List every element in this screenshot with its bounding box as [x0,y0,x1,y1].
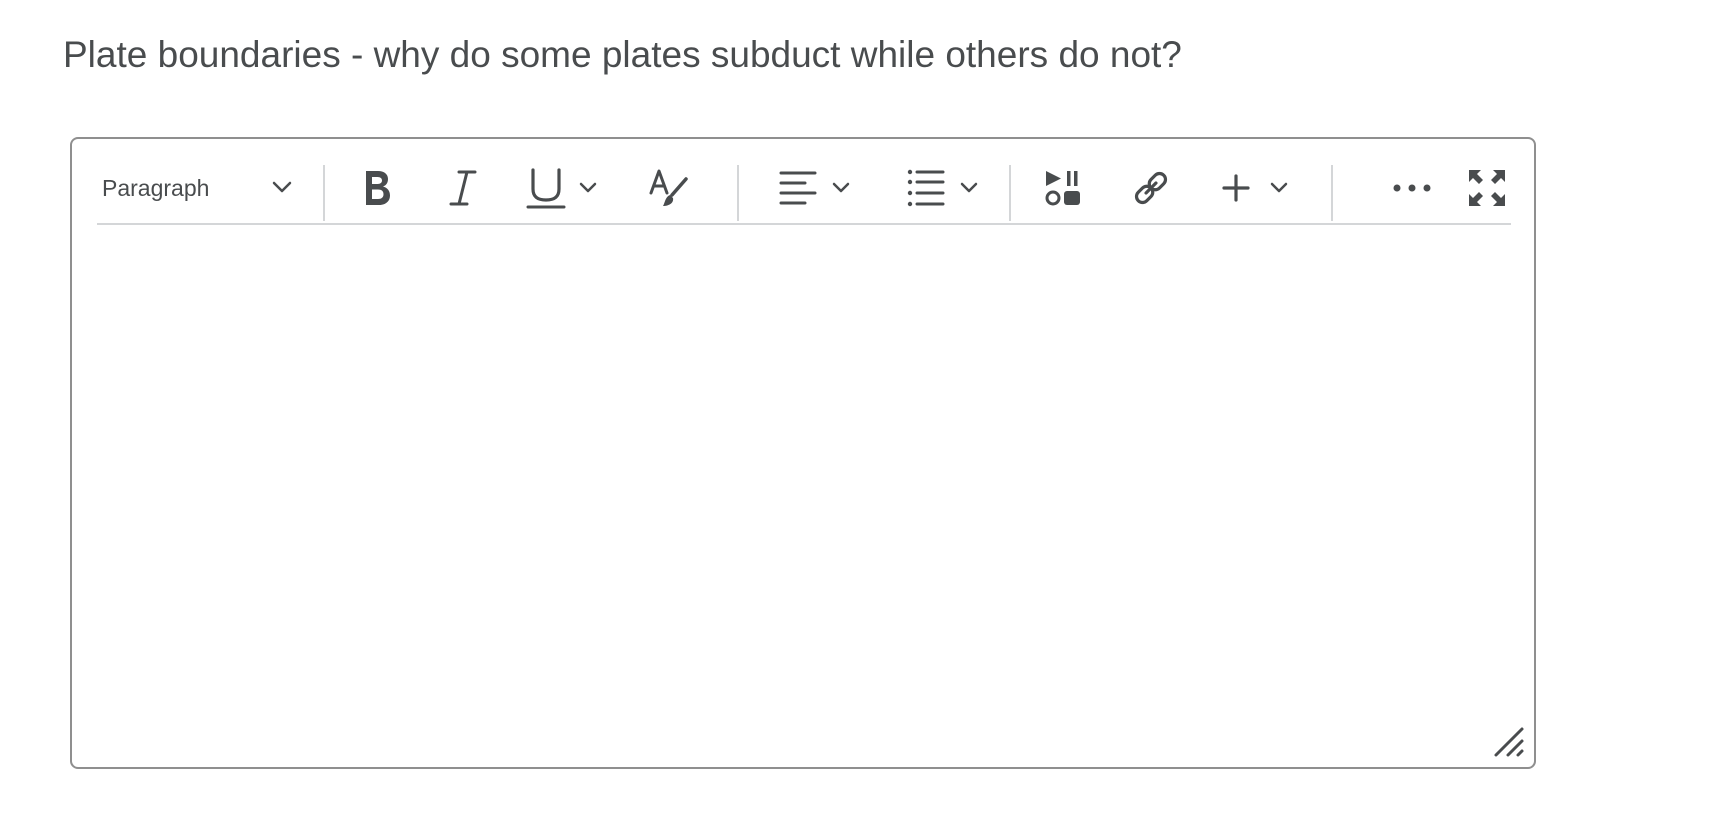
chevron-down-icon [578,181,598,195]
underline-icon [526,167,566,209]
chevron-down-icon [1269,181,1289,195]
resize-handle-icon[interactable] [1492,725,1526,759]
format-select[interactable]: Paragraph [97,153,307,223]
fullscreen-button[interactable] [1459,153,1515,223]
underline-button[interactable] [507,153,617,223]
align-left-icon [779,170,817,206]
insert-button[interactable] [1205,153,1305,223]
question-title: Plate boundaries - why do some plates su… [63,34,1182,75]
italic-button[interactable] [435,153,491,223]
rich-text-editor: Paragraph [70,137,1536,769]
more-button[interactable] [1377,153,1447,223]
bullet-list-icon [907,169,945,207]
insert-media-button[interactable] [1031,153,1095,223]
text-color-button[interactable] [637,153,701,223]
italic-icon [449,168,477,208]
more-horizontal-icon [1392,182,1432,194]
chevron-down-icon [271,179,293,200]
toolbar-separator [1009,165,1011,221]
format-select-value: Paragraph [102,174,210,201]
toolbar-separator [1331,165,1333,221]
editor-content-area[interactable] [97,229,1511,749]
bold-icon [361,168,393,208]
fullscreen-icon [1467,168,1507,208]
bold-button[interactable] [349,153,405,223]
insert-link-button[interactable] [1119,153,1183,223]
toolbar-separator [323,165,325,221]
toolbar-separator [737,165,739,221]
media-icon [1044,169,1082,207]
link-icon [1131,168,1171,208]
chevron-down-icon [959,181,979,195]
align-button[interactable] [765,153,865,223]
plus-icon [1221,173,1251,203]
list-button[interactable] [891,153,995,223]
chevron-down-icon [831,181,851,195]
editor-toolbar: Paragraph [97,153,1511,225]
text-color-brush-icon [648,167,690,209]
